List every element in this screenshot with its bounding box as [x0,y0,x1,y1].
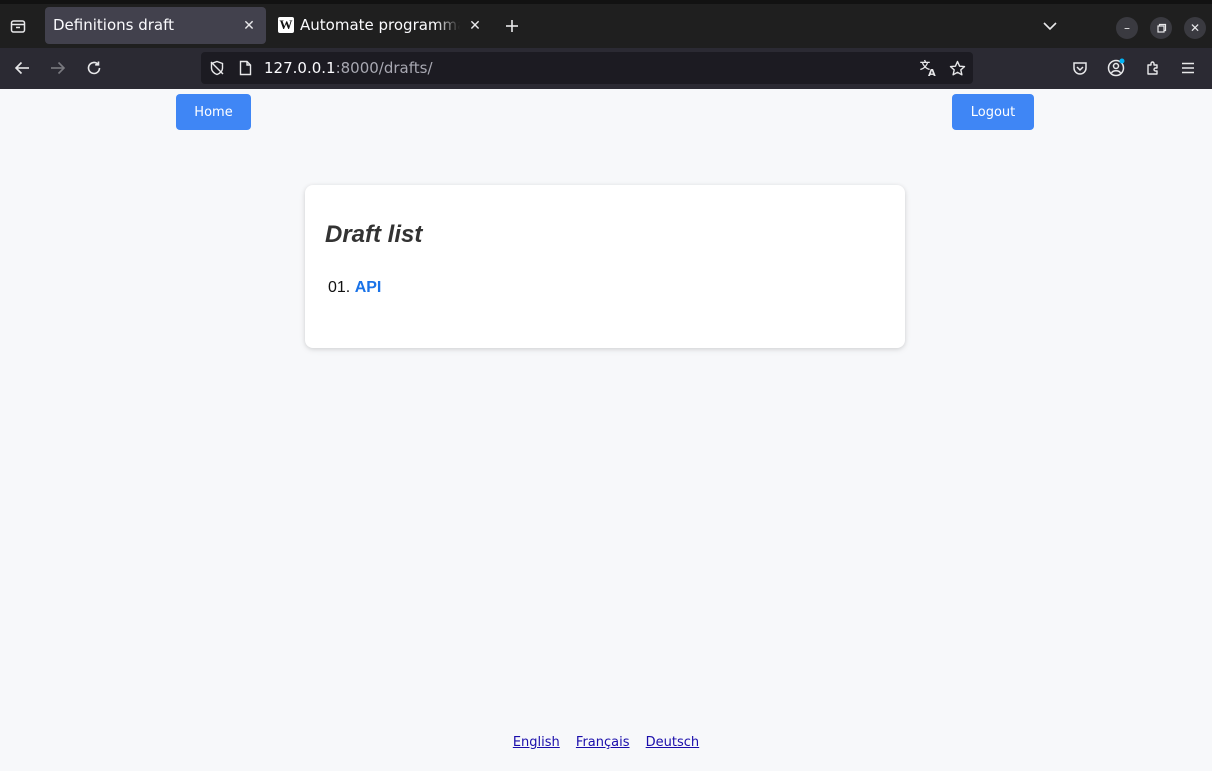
language-footer: English Français Deutsch [0,735,1212,750]
logout-button[interactable]: Logout [952,94,1034,130]
url-bar[interactable]: 127.0.0.1:8000/drafts/ 文A [201,52,973,84]
url-host: 127.0.0.1 [264,59,336,77]
tab-overview-icon[interactable] [8,16,28,36]
url-text: 127.0.0.1:8000/drafts/ [264,52,433,84]
extensions-icon[interactable] [1143,58,1163,78]
tab-automate-programmable[interactable]: W Automate programmable ✕ [272,7,492,44]
close-icon[interactable]: ✕ [240,16,258,34]
page-title: Draft list [325,221,423,248]
tracking-shield-icon[interactable] [208,59,226,77]
home-button[interactable]: Home [176,94,251,130]
back-icon[interactable] [12,58,32,78]
browser-chrome: Definitions draft ✕ W Automate programma… [0,0,1212,89]
nav-toolbar: 127.0.0.1:8000/drafts/ 文A [0,48,1212,89]
account-icon[interactable] [1106,58,1126,78]
page-icon[interactable] [236,59,254,77]
language-link-francais[interactable]: Français [576,735,630,750]
menu-icon[interactable] [1178,58,1198,78]
wikipedia-favicon-icon: W [278,17,294,33]
tab-title: Automate programmable [300,16,460,34]
forward-icon[interactable] [48,58,68,78]
bookmark-star-icon[interactable] [947,58,967,78]
new-tab-icon[interactable] [502,16,522,36]
minimize-icon[interactable]: – [1116,17,1138,39]
language-link-english[interactable]: English [513,735,560,750]
tab-definitions-draft[interactable]: Definitions draft ✕ [45,7,266,44]
page-content: Home Logout Draft list 01. API English F… [0,89,1212,771]
tab-title: Definitions draft [53,16,174,34]
window-close-icon[interactable]: ✕ [1184,17,1206,39]
pocket-icon[interactable] [1070,58,1090,78]
svg-text:A: A [928,68,936,77]
tab-list-chevron-icon[interactable] [1040,16,1060,36]
list-item-number: 01. [328,279,351,296]
reload-icon[interactable] [84,58,104,78]
tab-bar: Definitions draft ✕ W Automate programma… [0,4,1212,48]
restore-icon[interactable] [1150,17,1172,39]
list-item: 01. API [328,279,381,297]
translate-icon[interactable]: 文A [919,58,939,78]
close-icon[interactable]: ✕ [466,16,484,34]
draft-list-card: Draft list 01. API [305,185,905,348]
language-link-deutsch[interactable]: Deutsch [646,735,700,750]
url-path: :8000/drafts/ [335,59,433,77]
draft-link-api[interactable]: API [355,279,382,296]
